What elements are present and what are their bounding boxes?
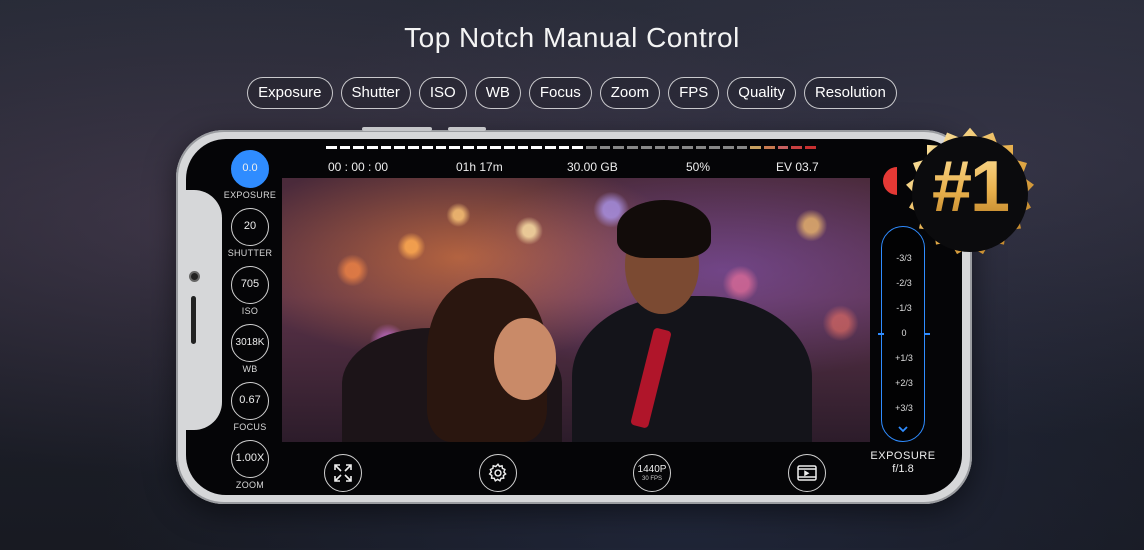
expand-icon	[334, 464, 352, 482]
camera-viewfinder[interactable]	[282, 178, 870, 442]
gallery-button[interactable]	[788, 454, 826, 492]
ev-tick: +1/3	[895, 353, 913, 363]
resolution-button[interactable]: 1440P 30 FPS	[633, 454, 671, 492]
record-timer: 00 : 00 : 00	[328, 160, 389, 174]
photo-subject	[572, 296, 812, 442]
storage-free: 30.00 GB	[567, 160, 618, 174]
phone-button	[362, 127, 432, 131]
exposure-label: EXPOSURE	[223, 190, 277, 200]
battery-level: 50%	[686, 160, 711, 174]
wb-value[interactable]: 3018K	[231, 324, 269, 362]
ev-tick: +3/3	[895, 403, 913, 413]
chip-exposure[interactable]: Exposure	[247, 77, 333, 109]
exposure-panel-label: EXPOSURE	[870, 450, 936, 462]
resolution-value: 1440P	[637, 463, 667, 475]
photo-subject	[617, 200, 711, 258]
wb-label: WB	[242, 364, 258, 374]
zoom-value[interactable]: 1.00X	[231, 440, 269, 478]
settings-button[interactable]	[479, 454, 517, 492]
focus-value[interactable]: 0.67	[231, 382, 269, 420]
wb-control[interactable]: 3018K WB	[231, 324, 269, 374]
chip-fps[interactable]: FPS	[668, 77, 720, 109]
chip-wb[interactable]: WB	[474, 77, 521, 109]
focus-control[interactable]: 0.67 FOCUS	[231, 382, 269, 432]
shutter-value[interactable]: 20	[231, 208, 269, 246]
iso-value[interactable]: 705	[231, 266, 269, 304]
focus-label: FOCUS	[233, 422, 267, 432]
zoom-label: ZOOM	[235, 480, 265, 490]
chip-focus[interactable]: Focus	[528, 77, 592, 109]
exposure-control[interactable]: 0.0 EXPOSURE	[224, 150, 276, 200]
video-gallery-icon	[797, 465, 817, 481]
chip-resolution[interactable]: Resolution	[803, 77, 897, 109]
chip-quality[interactable]: Quality	[727, 77, 796, 109]
front-camera	[189, 271, 200, 282]
gear-icon	[488, 463, 507, 482]
photo-subject	[494, 318, 556, 400]
fullscreen-button[interactable]	[324, 454, 362, 492]
ev-tick: -2/3	[896, 278, 912, 288]
ev-tick: 0	[901, 328, 907, 338]
ev-tick: -1/3	[896, 303, 912, 313]
rank-badge-text: #1	[886, 146, 1054, 228]
chip-iso[interactable]: ISO	[418, 77, 467, 109]
chevron-down-icon[interactable]	[897, 423, 909, 435]
fps-value: 30 FPS	[641, 475, 662, 482]
iso-control[interactable]: 705 ISO	[231, 266, 269, 316]
iso-label: ISO	[241, 306, 259, 316]
phone-button	[448, 127, 486, 131]
phone-speaker	[191, 296, 196, 344]
chip-shutter[interactable]: Shutter	[340, 77, 411, 109]
feature-chips: Exposure Shutter ISO WB Focus Zoom FPS Q…	[0, 77, 1144, 109]
zoom-control[interactable]: 1.00X ZOOM	[231, 440, 269, 490]
ev-readout: EV 03.7	[776, 160, 819, 174]
headline: Top Notch Manual Control	[404, 22, 740, 53]
shutter-label: SHUTTER	[227, 248, 273, 258]
recording-time-left: 01h 17m	[456, 160, 503, 174]
ev-tick: +2/3	[895, 378, 913, 388]
shutter-control[interactable]: 20 SHUTTER	[228, 208, 272, 258]
aperture-value: f/1.8	[892, 463, 914, 475]
ev-indicator	[924, 333, 930, 335]
audio-level-bar	[326, 146, 816, 150]
exposure-value[interactable]: 0.0	[231, 150, 269, 188]
chip-zoom[interactable]: Zoom	[599, 77, 661, 109]
ev-indicator	[878, 333, 884, 335]
